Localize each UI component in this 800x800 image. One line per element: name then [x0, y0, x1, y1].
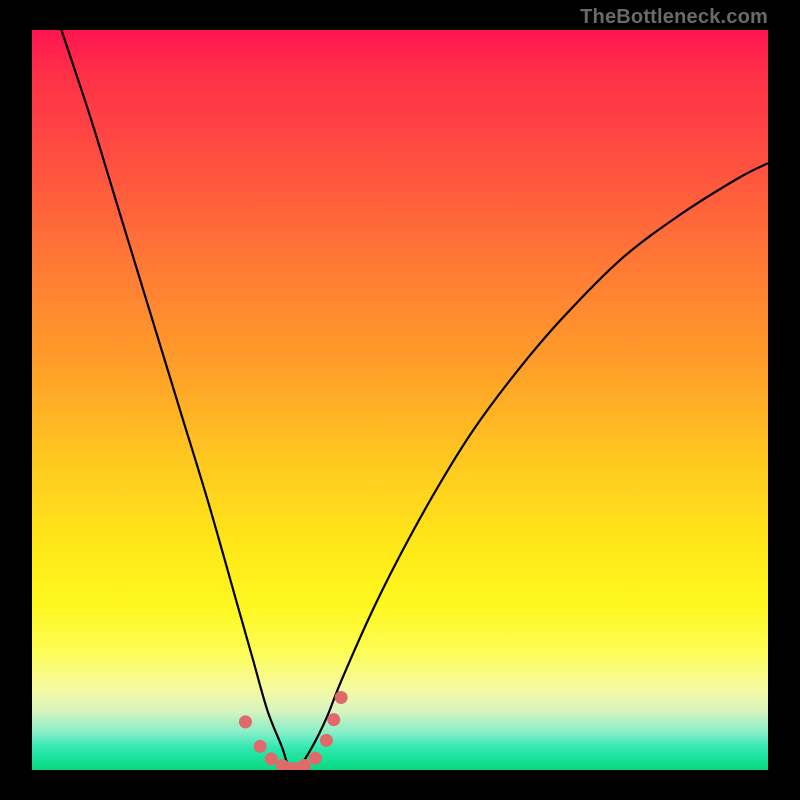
- chart-frame: TheBottleneck.com: [0, 0, 800, 800]
- highlight-dot: [335, 691, 348, 704]
- highlight-dot: [265, 752, 278, 765]
- highlight-dot: [327, 713, 340, 726]
- highlight-dot: [254, 740, 267, 753]
- highlight-dot: [239, 715, 252, 728]
- curve-layer: [0, 0, 800, 800]
- highlight-dot: [320, 734, 333, 747]
- bottleneck-curve: [32, 0, 768, 773]
- highlight-dot: [298, 759, 311, 772]
- highlight-dot: [309, 752, 322, 765]
